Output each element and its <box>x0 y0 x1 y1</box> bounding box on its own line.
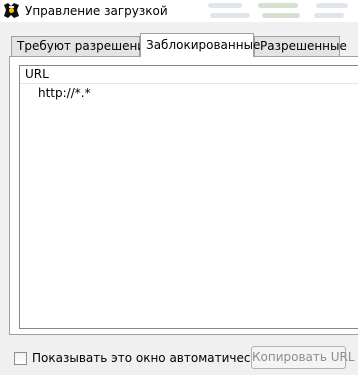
tab-require-permission[interactable]: Требуют разрешения <box>11 36 152 56</box>
column-header-url[interactable]: URL <box>25 67 49 82</box>
tab-label: Заблокированные <box>146 38 261 52</box>
copy-url-button[interactable]: Копировать URL <box>251 346 355 369</box>
list-item[interactable]: http://*.* <box>38 85 91 101</box>
blocked-tab-page: URL http://*.* <box>9 56 358 335</box>
list-item-url: http://*.* <box>38 86 91 100</box>
tab-label: Требуют разрешения <box>17 39 153 53</box>
title-bar[interactable]: Управление загрузкой <box>0 0 358 22</box>
window-title: Управление загрузкой <box>25 4 168 18</box>
download-manager-panel: Требуют разрешения Заблокированные Разре… <box>0 22 358 375</box>
list-header: URL <box>20 66 358 84</box>
tab-allowed[interactable]: Разрешенные <box>254 36 347 56</box>
background-window-blur <box>200 0 358 22</box>
blocked-url-list[interactable]: URL http://*.* <box>19 65 358 329</box>
auto-show-checkbox[interactable] <box>14 352 27 365</box>
auto-show-label[interactable]: Показывать это окно автоматически <box>32 350 266 367</box>
app-icon <box>3 2 20 19</box>
tab-blocked[interactable]: Заблокированные <box>140 33 260 57</box>
tab-label: Разрешенные <box>260 39 347 53</box>
